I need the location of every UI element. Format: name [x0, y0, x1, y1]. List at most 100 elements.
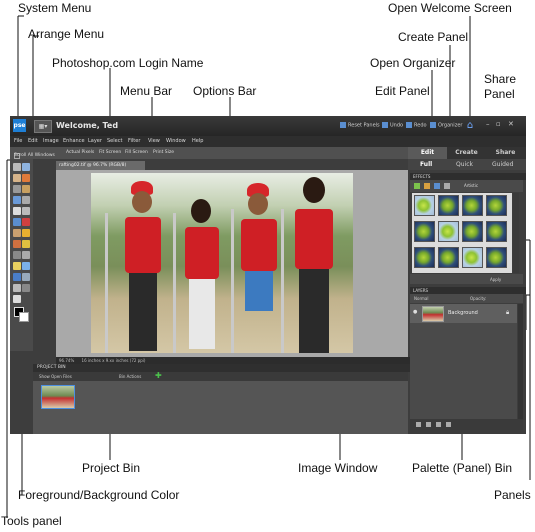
organizer-button[interactable]: Organizer: [430, 122, 462, 129]
eyedropper-tool-icon[interactable]: [22, 174, 30, 182]
menu-window[interactable]: Window: [166, 138, 186, 144]
layer-styles-icon[interactable]: [424, 183, 430, 189]
effects-category-dropdown[interactable]: Artistic: [464, 183, 478, 188]
paint-bucket-tool-icon[interactable]: [13, 262, 21, 270]
blur-tool-icon[interactable]: [22, 273, 30, 281]
organizer-icon: [430, 122, 436, 128]
red-eye-tool-icon[interactable]: [22, 218, 30, 226]
recompose-tool-icon[interactable]: [13, 295, 21, 303]
crop-tool-icon[interactable]: [22, 207, 30, 215]
effect-thumbnail[interactable]: [486, 195, 507, 216]
project-bin-thumbnail[interactable]: [41, 385, 75, 409]
layers-panel-header[interactable]: LAYERS: [410, 287, 526, 294]
spot-healing-tool-icon[interactable]: [13, 229, 21, 237]
cookie-cutter-tool-icon[interactable]: [13, 218, 21, 226]
menu-filter[interactable]: Filter: [128, 138, 140, 144]
lock-icon[interactable]: 🔒︎: [506, 309, 509, 317]
mask-icon[interactable]: [436, 422, 441, 427]
photo-canvas[interactable]: [91, 173, 353, 353]
marquee-tool-icon[interactable]: [13, 185, 21, 193]
tab-share[interactable]: Share: [486, 147, 525, 159]
show-open-files-dropdown[interactable]: Show Open Files: [39, 374, 72, 379]
system-menu-icon[interactable]: pse: [13, 119, 26, 132]
project-bin-header[interactable]: PROJECT BIN: [33, 364, 412, 372]
type-tool-icon[interactable]: [13, 207, 21, 215]
subtab-guided[interactable]: Guided: [492, 161, 513, 168]
minimize-icon[interactable]: –: [486, 120, 490, 128]
fill-screen-button[interactable]: Fill Screen: [125, 150, 148, 155]
effect-thumbnail[interactable]: [486, 247, 507, 268]
lasso-tool-icon[interactable]: [22, 185, 30, 193]
effects-scrollbar[interactable]: [513, 193, 519, 273]
document-tab[interactable]: rafting02.tif @ 96.7% (RGB/8): [56, 161, 145, 170]
tab-create[interactable]: Create: [447, 147, 486, 159]
shape-tool-icon[interactable]: [13, 273, 21, 281]
effect-thumbnail[interactable]: [438, 195, 459, 216]
maximize-icon[interactable]: ▫: [496, 120, 501, 128]
menu-edit[interactable]: Edit: [28, 138, 38, 144]
fit-screen-button[interactable]: Fit Screen: [99, 150, 121, 155]
new-layer-icon[interactable]: [416, 422, 421, 427]
adjustment-layer-icon[interactable]: [426, 422, 431, 427]
blend-mode-dropdown[interactable]: Normal: [414, 296, 428, 301]
layer-row[interactable]: ● Background 🔒︎: [410, 304, 517, 323]
menu-image[interactable]: Image: [43, 138, 59, 144]
clone-stamp-tool-icon[interactable]: [22, 229, 30, 237]
menu-layer[interactable]: Layer: [88, 138, 102, 144]
filters-icon[interactable]: [414, 183, 420, 189]
brush-tool-icon[interactable]: [22, 240, 30, 248]
effect-thumbnail[interactable]: [462, 247, 483, 268]
effect-thumbnail[interactable]: [414, 221, 435, 242]
effect-thumbnail[interactable]: [438, 221, 459, 242]
tab-edit[interactable]: Edit: [408, 147, 447, 159]
background-color-swatch[interactable]: [19, 312, 29, 322]
effect-thumbnail[interactable]: [486, 221, 507, 242]
menu-help[interactable]: Help: [192, 138, 203, 144]
effect-thumbnail[interactable]: [414, 195, 435, 216]
print-size-button[interactable]: Print Size: [153, 150, 174, 155]
login-name[interactable]: Welcome, Ted: [56, 121, 118, 130]
redo-button[interactable]: Redo: [406, 122, 427, 129]
zoom-level[interactable]: 96.74%: [59, 358, 74, 363]
pencil-tool-icon[interactable]: [22, 251, 30, 259]
add-icon[interactable]: ✚: [155, 371, 162, 380]
straighten-tool-icon[interactable]: [22, 284, 30, 292]
panel-tabs: Edit Create Share: [408, 147, 526, 159]
undo-button[interactable]: Undo: [382, 122, 403, 129]
apply-button[interactable]: Apply: [490, 277, 501, 282]
layers-options: Normal Opacity:: [410, 294, 523, 303]
layers-scrollbar[interactable]: [518, 304, 523, 419]
menu-file[interactable]: File: [14, 138, 22, 144]
menu-view[interactable]: View: [148, 138, 160, 144]
eraser-tool-icon[interactable]: [13, 240, 21, 248]
arrange-menu-button[interactable]: ▦▾: [34, 120, 52, 133]
welcome-screen-icon[interactable]: ⌂: [464, 120, 476, 132]
effect-thumbnail[interactable]: [414, 247, 435, 268]
close-icon[interactable]: ✕: [508, 120, 514, 128]
move-tool-icon[interactable]: [13, 163, 21, 171]
callout-edit-panel: Edit Panel: [375, 84, 430, 98]
all-effects-icon[interactable]: [444, 183, 450, 189]
hand-tool-icon[interactable]: [13, 174, 21, 182]
bin-actions-button[interactable]: Bin Actions: [119, 374, 141, 379]
subtab-full[interactable]: Full: [420, 161, 432, 168]
effect-thumbnail[interactable]: [462, 195, 483, 216]
effect-thumbnail[interactable]: [462, 221, 483, 242]
subtab-quick[interactable]: Quick: [456, 161, 473, 168]
actual-pixels-button[interactable]: Actual Pixels: [66, 150, 94, 155]
sponge-tool-icon[interactable]: [13, 284, 21, 292]
magic-wand-tool-icon[interactable]: [13, 196, 21, 204]
gradient-tool-icon[interactable]: [22, 262, 30, 270]
eye-icon[interactable]: ●: [413, 309, 417, 315]
project-bin-options: Show Open Files Bin Actions ✚: [33, 371, 408, 381]
effect-thumbnail[interactable]: [438, 247, 459, 268]
effects-panel-header[interactable]: EFFECTS: [410, 173, 526, 180]
zoom-tool-icon[interactable]: [22, 163, 30, 171]
menu-enhance[interactable]: Enhance: [63, 138, 85, 144]
trash-icon[interactable]: [446, 422, 451, 427]
selection-brush-tool-icon[interactable]: [22, 196, 30, 204]
reset-panels-button[interactable]: Reset Panels: [340, 122, 380, 129]
photo-effects-icon[interactable]: [434, 183, 440, 189]
smart-brush-tool-icon[interactable]: [13, 251, 21, 259]
menu-select[interactable]: Select: [107, 138, 122, 144]
